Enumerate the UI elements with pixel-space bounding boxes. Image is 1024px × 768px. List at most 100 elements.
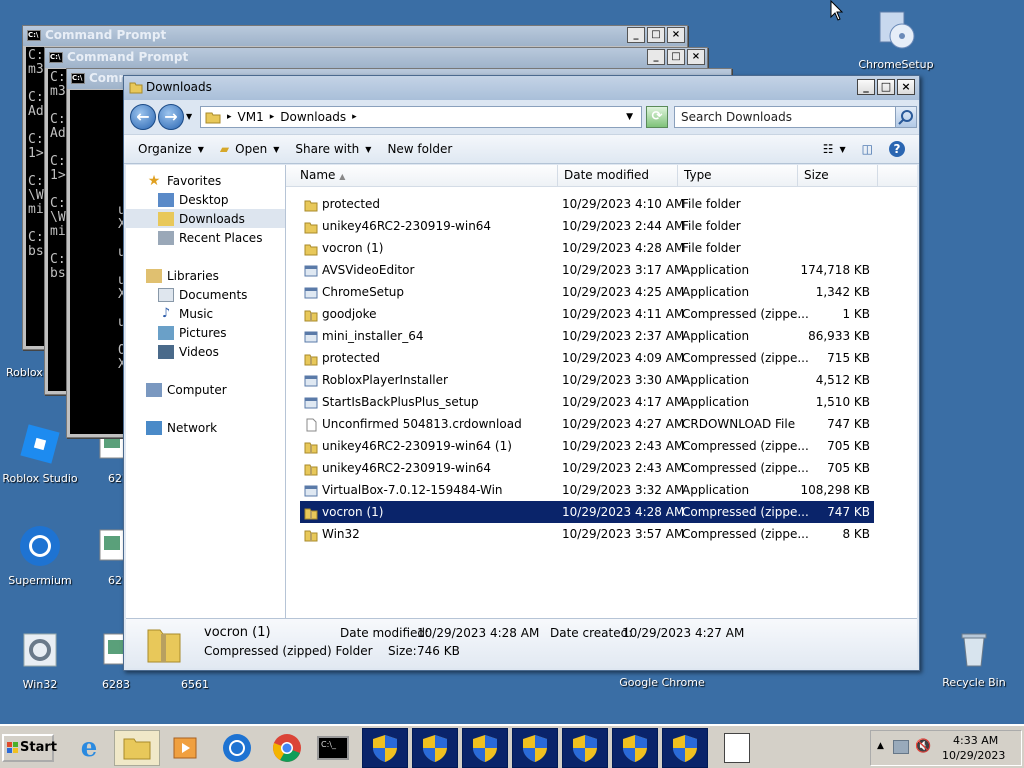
taskbar-window-button-1[interactable] (362, 728, 408, 768)
file-list[interactable]: Name ▲ Date modified Type Size protected… (286, 165, 917, 618)
nav-label: Recent Places (179, 230, 263, 245)
cmd-app-icon: C:\ (71, 73, 85, 84)
minimize-button[interactable]: _ (647, 49, 665, 65)
desktop-icon-chromesetup[interactable]: ChromeSetup (856, 6, 936, 71)
taskbar-app-button[interactable] (714, 730, 760, 766)
column-header-date[interactable]: Date modified (558, 165, 678, 187)
new-folder-button[interactable]: New folder (379, 134, 460, 164)
file-row[interactable]: mini_installer_64 10/29/2023 2:37 AM Appli… (300, 325, 874, 347)
nav-libraries[interactable]: Libraries (126, 266, 285, 285)
file-row[interactable]: VirtualBox-7.0.12-159484-Win 10/29/2023 3… (300, 479, 874, 501)
file-row[interactable]: goodjoke 10/29/2023 4:11 AM Compressed (zi… (300, 303, 874, 325)
recent-pages-dropdown-icon[interactable]: ▼ (186, 112, 192, 121)
maximize-button[interactable]: □ (647, 27, 665, 43)
search-button[interactable] (895, 106, 917, 128)
nav-videos[interactable]: Videos (126, 342, 285, 361)
nav-favorites[interactable]: ★ Favorites (126, 171, 285, 190)
close-button[interactable]: × (667, 27, 685, 43)
file-row[interactable]: unikey46RC2-230919-win64 10/29/2023 2:44 … (300, 215, 874, 237)
breadcrumb-downloads[interactable]: Downloads (280, 110, 346, 124)
help-button[interactable]: ? (881, 134, 913, 164)
clock-time[interactable]: 4:33 AM (953, 734, 998, 747)
address-box[interactable]: ▸ VM1 ▸ Downloads ▸ ▼ (200, 106, 642, 128)
nav-label: Downloads (179, 211, 245, 226)
nav-documents[interactable]: Documents (126, 285, 285, 304)
file-row[interactable]: unikey46RC2-230919-win64 (1) 10/29/2023 2… (300, 435, 874, 457)
nav-network[interactable]: Network (126, 418, 285, 437)
file-row[interactable]: protected 10/29/2023 4:10 AM File folder (300, 193, 874, 215)
taskbar-cmd-button[interactable]: C:\_ (310, 730, 356, 766)
taskbar-window-button-4[interactable] (512, 728, 558, 768)
show-hidden-icons-button[interactable]: ▲ (877, 741, 884, 751)
desktop-icon-recycle-bin[interactable]: Recycle Bin (934, 624, 1014, 689)
desktop-icon-supermium[interactable]: Supermium (0, 522, 80, 587)
explorer-window[interactable]: Downloads _ □ × ← → ▼ ▸ VM1 ▸ Downloads … (123, 75, 920, 671)
organize-button[interactable]: Organize ▼ (130, 134, 212, 164)
nav-recent-places[interactable]: Recent Places (126, 228, 285, 247)
breadcrumb-vm1[interactable]: VM1 (238, 110, 264, 124)
taskbar-ie-button[interactable]: e (66, 730, 112, 766)
open-label: Open (235, 142, 268, 156)
taskbar-window-button-5[interactable] (562, 728, 608, 768)
start-button[interactable]: Start (2, 734, 57, 762)
preview-pane-button[interactable]: ◫ (854, 134, 881, 164)
cmd-title-bar[interactable]: C:\ Command Prompt _ □ × (23, 26, 687, 46)
explorer-title-bar[interactable]: Downloads _ □ × (124, 76, 919, 100)
column-headers: Name ▲ Date modified Type Size (286, 165, 917, 187)
chrome-icon (273, 734, 301, 762)
column-header-type[interactable]: Type (678, 165, 798, 187)
volume-muted-icon[interactable]: 🔇 (915, 739, 931, 754)
open-button[interactable]: ▰ Open ▼ (212, 134, 287, 164)
desktop-icon-google-chrome[interactable]: Google Chrome (612, 676, 712, 689)
file-row[interactable]: Win32 10/29/2023 3:57 AM Compressed (zippe… (300, 523, 874, 545)
taskbar-window-button-6[interactable] (612, 728, 658, 768)
nav-desktop[interactable]: Desktop (126, 190, 285, 209)
taskbar-media-button[interactable] (162, 730, 208, 766)
media-player-icon (173, 737, 197, 759)
recycle-bin-icon (950, 624, 998, 672)
taskbar-chrome-button[interactable] (264, 730, 310, 766)
computer-icon (146, 382, 162, 397)
address-dropdown-icon[interactable]: ▼ (626, 112, 633, 122)
taskbar-window-button-2[interactable] (412, 728, 458, 768)
maximize-button[interactable]: □ (877, 79, 895, 95)
taskbar-supermium-button[interactable] (214, 730, 260, 766)
details-name: vocron (1) (204, 625, 271, 640)
search-input[interactable]: Search Downloads (674, 106, 896, 128)
maximize-button[interactable]: □ (667, 49, 685, 65)
network-tray-icon[interactable] (893, 740, 909, 754)
cmd-title-bar[interactable]: C:\ Command Prompt _ □ × (45, 48, 707, 68)
close-button[interactable]: × (687, 49, 705, 65)
file-type: File folder (682, 241, 741, 255)
file-row[interactable]: vocron (1) 10/29/2023 4:28 AM File folder (300, 237, 874, 259)
clock-date[interactable]: 10/29/2023 (942, 749, 1005, 762)
file-row[interactable]: protected 10/29/2023 4:09 AM Compressed (z… (300, 347, 874, 369)
close-button[interactable]: × (897, 79, 915, 95)
desktop-icon-win32[interactable]: Win32 (0, 626, 80, 691)
file-row[interactable]: StartIsBackPlusPlus_setup 10/29/2023 4:17… (300, 391, 874, 413)
taskbar-window-button-7[interactable] (662, 728, 708, 768)
minimize-button[interactable]: _ (627, 27, 645, 43)
refresh-button[interactable]: ⟳ (646, 106, 668, 128)
column-header-size[interactable]: Size (798, 165, 878, 187)
file-row[interactable]: vocron (1) 10/29/2023 4:28 AM Compressed (… (300, 501, 874, 523)
taskbar-window-button-3[interactable] (462, 728, 508, 768)
minimize-button[interactable]: _ (857, 79, 875, 95)
file-row[interactable]: unikey46RC2-230919-win64 10/29/2023 2:43 … (300, 457, 874, 479)
file-row[interactable]: ChromeSetup 10/29/2023 4:25 AM Application… (300, 281, 874, 303)
taskbar-explorer-button[interactable] (114, 730, 160, 766)
file-type: Application (682, 285, 750, 299)
nav-computer[interactable]: Computer (126, 380, 285, 399)
column-header-name[interactable]: Name ▲ (294, 165, 558, 187)
nav-downloads[interactable]: Downloads (126, 209, 285, 228)
forward-button[interactable]: → (158, 104, 184, 130)
file-row[interactable]: RobloxPlayerInstaller 10/29/2023 3:30 AM A… (300, 369, 874, 391)
file-row[interactable]: AVSVideoEditor 10/29/2023 3:17 AM Applicat… (300, 259, 874, 281)
nav-music[interactable]: ♪ Music (126, 304, 285, 323)
app-icon (304, 373, 318, 387)
share-with-button[interactable]: Share with ▼ (287, 134, 379, 164)
back-button[interactable]: ← (130, 104, 156, 130)
view-options-button[interactable]: ☷ ▼ (815, 134, 854, 164)
file-row[interactable]: Unconfirmed 504813.crdownload 10/29/2023 … (300, 413, 874, 435)
nav-pictures[interactable]: Pictures (126, 323, 285, 342)
